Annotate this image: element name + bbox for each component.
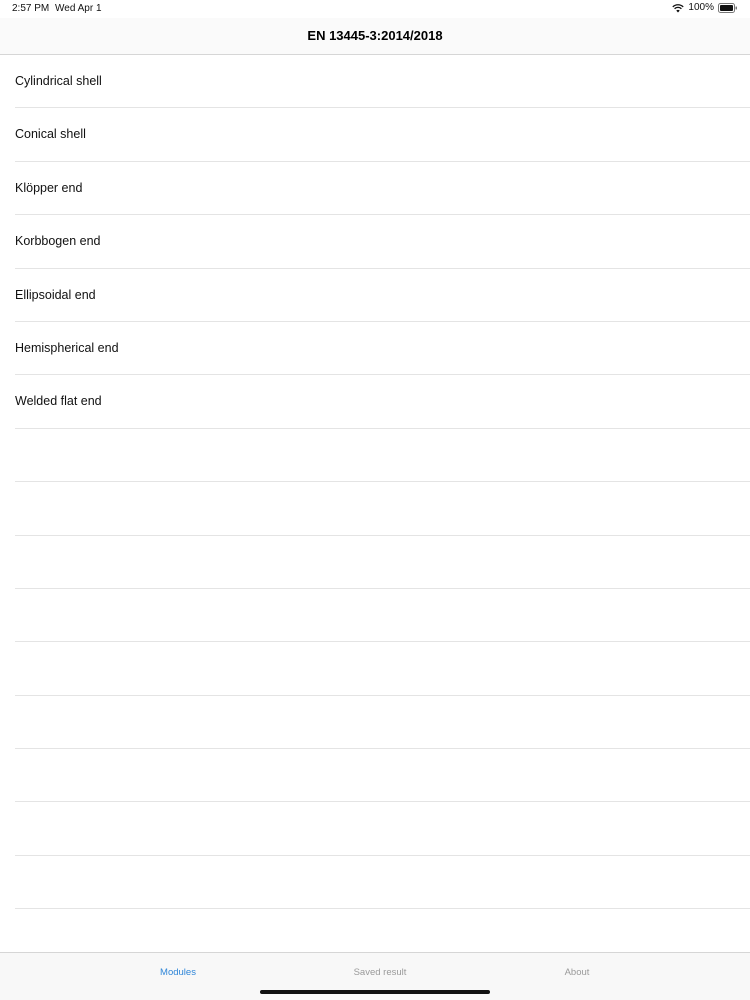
empty-row — [15, 482, 750, 536]
list-item-label: Conical shell — [15, 127, 86, 142]
list-item-label: Hemispherical end — [15, 340, 119, 355]
status-time: 2:57 PM — [12, 3, 50, 14]
empty-row — [15, 536, 750, 589]
list-item-label: Klöpper end — [15, 180, 83, 195]
page-title: EN 13445-3:2014/2018 — [307, 28, 443, 43]
empty-row — [15, 909, 750, 952]
status-date: Wed Apr 1 — [55, 3, 102, 14]
list-item[interactable]: Cylindrical shell — [15, 55, 750, 109]
empty-row — [15, 429, 750, 483]
app-screen: 2:57 PM Wed Apr 1 100% EN 13445-3:2014/2… — [0, 0, 750, 1000]
empty-row — [15, 802, 750, 856]
list-item[interactable]: Korbbogen end — [15, 215, 750, 269]
list-item[interactable]: Welded flat end — [15, 375, 750, 429]
empty-row — [15, 642, 750, 696]
empty-row — [15, 696, 750, 750]
battery-icon — [718, 2, 738, 13]
wifi-icon — [672, 3, 685, 13]
list-item[interactable]: Conical shell — [15, 108, 750, 162]
empty-row — [15, 856, 750, 910]
home-indicator[interactable] — [260, 990, 490, 994]
tab-about[interactable]: About — [517, 967, 637, 978]
list-item-label: Korbbogen end — [15, 234, 101, 249]
status-bar: 2:57 PM Wed Apr 1 100% — [0, 0, 750, 18]
tab-modules[interactable]: Modules — [118, 967, 238, 978]
tab-saved-result[interactable]: Saved result — [320, 967, 440, 978]
list-item[interactable]: Klöpper end — [15, 162, 750, 216]
list-item-label: Cylindrical shell — [15, 74, 102, 88]
list-item[interactable]: Hemispherical end — [15, 322, 750, 376]
list-item-label: Welded flat end — [15, 394, 102, 409]
list-item[interactable]: Ellipsoidal end — [15, 269, 750, 322]
list-item-label: Ellipsoidal end — [15, 287, 96, 302]
battery-percent: 100% — [688, 2, 714, 13]
modules-list: Cylindrical shell Conical shell Klöpper … — [0, 55, 750, 952]
empty-row — [15, 749, 750, 803]
empty-row — [15, 589, 750, 643]
status-right: 100% — [672, 2, 738, 13]
navigation-bar: EN 13445-3:2014/2018 — [0, 18, 750, 55]
